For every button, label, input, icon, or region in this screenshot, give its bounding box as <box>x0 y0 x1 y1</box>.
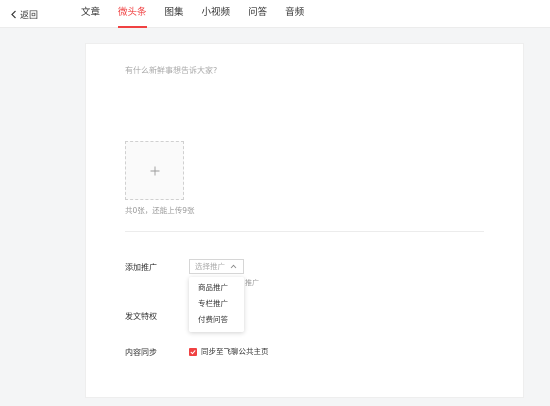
tab-article[interactable]: 文章 <box>81 0 100 28</box>
promotion-dropdown: 商品推广 专栏推广 付费问答 <box>189 277 244 332</box>
tab-micro-post[interactable]: 微头条 <box>118 0 147 28</box>
divider <box>125 231 484 232</box>
dropdown-item-paid-qa[interactable]: 付费问答 <box>189 312 244 328</box>
rights-label: 发文特权 <box>125 312 157 321</box>
tab-qa[interactable]: 问答 <box>248 0 267 28</box>
tab-short-video[interactable]: 小视频 <box>202 0 231 28</box>
promotion-label: 添加推广 <box>125 263 157 272</box>
tab-gallery[interactable]: 图集 <box>165 0 184 28</box>
content-type-tabs: 文章 微头条 图集 小视频 问答 音频 <box>81 0 322 28</box>
back-button[interactable]: 返回 <box>10 8 38 21</box>
sync-option[interactable]: 同步至飞聊公共主页 <box>189 346 269 357</box>
plus-icon <box>150 166 159 175</box>
post-text-input[interactable]: 有什么新鲜事想告诉大家? <box>125 65 217 76</box>
sync-option-label: 同步至飞聊公共主页 <box>201 347 269 356</box>
tab-audio[interactable]: 音频 <box>285 0 304 28</box>
promotion-tail-text: 推广 <box>245 279 259 287</box>
back-label: 返回 <box>20 11 39 21</box>
upload-count-hint: 共0张，还能上传9张 <box>125 206 195 215</box>
check-icon <box>190 349 196 354</box>
top-nav: 返回 文章 微头条 图集 小视频 问答 音频 <box>0 0 550 28</box>
sync-checkbox[interactable] <box>189 347 197 356</box>
promotion-select-value: 选择推广 <box>195 262 225 271</box>
chevron-up-icon <box>230 264 237 269</box>
dropdown-item-column[interactable]: 专栏推广 <box>189 296 244 312</box>
dropdown-item-product[interactable]: 商品推广 <box>189 280 244 296</box>
chevron-left-icon <box>11 10 16 19</box>
compose-panel: 有什么新鲜事想告诉大家? 共0张，还能上传9张 添加推广 选择推广 推广 发文特… <box>85 43 524 398</box>
promotion-select[interactable]: 选择推广 <box>189 259 244 274</box>
sync-label: 内容同步 <box>125 348 157 357</box>
image-upload-button[interactable] <box>125 141 184 200</box>
